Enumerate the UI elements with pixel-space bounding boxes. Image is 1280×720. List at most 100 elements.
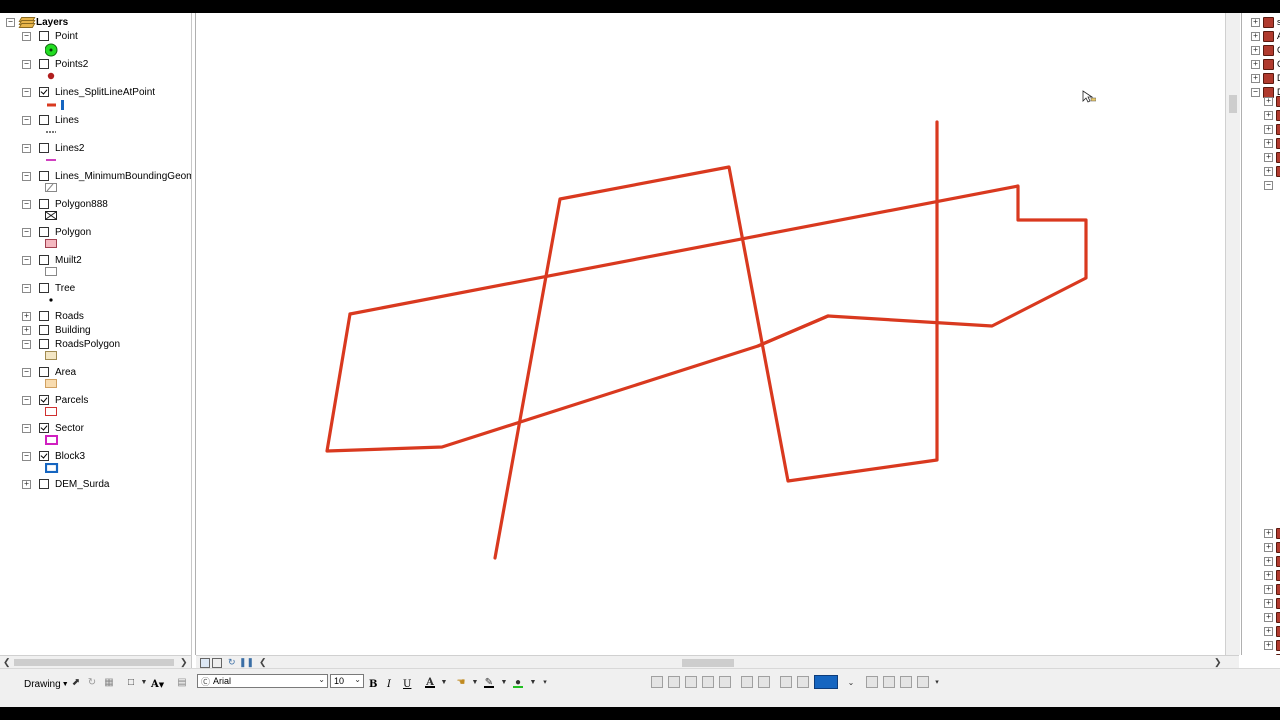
layer-name[interactable]: Polygon [55, 227, 91, 238]
layer-name[interactable]: Points2 [55, 59, 88, 70]
layer-name[interactable]: Roads [55, 311, 84, 322]
layer-visibility-checkbox[interactable] [39, 171, 49, 181]
layer-name[interactable]: Block3 [55, 451, 85, 462]
underline-button[interactable]: U [403, 677, 411, 691]
expand-icon[interactable]: + [1264, 152, 1273, 162]
edit-vertices-icon[interactable]: ▤ [176, 676, 188, 688]
select-elements-arrow-icon[interactable]: ⬈ [70, 676, 82, 688]
split-line-lower-band[interactable] [756, 314, 830, 348]
line-color-pen-icon[interactable]: ✎ [483, 676, 495, 688]
catalog-subitem[interactable]: + [1264, 527, 1280, 539]
bold-button[interactable]: B [369, 677, 377, 691]
layer-visibility-checkbox[interactable] [39, 395, 49, 405]
expand-icon[interactable]: + [1251, 31, 1260, 41]
toc-root-layers[interactable]: − Layers [6, 15, 68, 29]
toc-layer-row[interactable]: − Lines [22, 113, 79, 127]
catalog-subitem[interactable]: + [1264, 95, 1280, 107]
georef-tool-1-icon[interactable] [651, 676, 663, 688]
refresh-icon[interactable]: ↻ [228, 657, 236, 668]
layer-name[interactable]: Lines_SplitLineAtPoint [55, 87, 155, 98]
scrollbar-thumb[interactable] [682, 659, 734, 667]
fill-color-bucket-icon[interactable]: ☚ [455, 676, 467, 688]
catalog-subitem[interactable]: + [1264, 109, 1280, 121]
collapse-icon[interactable]: − [22, 227, 31, 237]
expand-icon[interactable]: + [1264, 640, 1273, 650]
layer-visibility-checkbox[interactable] [39, 339, 49, 349]
data-view-icon[interactable] [200, 658, 210, 668]
collapse-icon[interactable]: − [22, 59, 31, 69]
georef-tool-8-icon[interactable] [780, 676, 792, 688]
scrollbar-thumb[interactable] [14, 659, 174, 666]
collapse-icon[interactable]: − [22, 199, 31, 209]
catalog-subitem[interactable]: + [1264, 165, 1280, 177]
pause-icon[interactable]: ❚❚ [239, 657, 254, 668]
georef-tool-4-icon[interactable] [702, 676, 714, 688]
toolbar-options-icon[interactable]: ▾ [539, 676, 551, 688]
catalog-item[interactable]: +C [1251, 58, 1280, 70]
layer-name[interactable]: Lines_MinimumBoundingGeomet [55, 171, 191, 182]
toc-layer-row[interactable]: − Point [22, 29, 78, 43]
georef-tool-11-icon[interactable] [883, 676, 895, 688]
georef-tool-6-icon[interactable] [741, 676, 753, 688]
toc-layer-row[interactable]: − Parcels [22, 393, 88, 407]
expand-icon[interactable]: + [1251, 45, 1260, 55]
georef-tool-7-icon[interactable] [758, 676, 770, 688]
font-name-combobox[interactable]: Ⓒ Arial ⌄ [197, 674, 328, 688]
catalog-item[interactable]: +C [1251, 44, 1280, 56]
layout-view-icon[interactable] [212, 658, 222, 668]
toc-layer-row[interactable]: + DEM_Surda [22, 477, 109, 491]
collapse-icon[interactable]: − [22, 115, 31, 125]
expand-icon[interactable]: + [1264, 124, 1273, 134]
layer-name[interactable]: DEM_Surda [55, 479, 109, 490]
layer-name[interactable]: Muilt2 [55, 255, 82, 266]
catalog-subitem[interactable]: + [1264, 639, 1280, 651]
dropdown-arrow-icon[interactable]: ⌄ [318, 675, 325, 684]
layer-name[interactable]: Polygon888 [55, 199, 108, 210]
layer-visibility-checkbox[interactable] [39, 115, 49, 125]
split-line-diagonal-west[interactable] [493, 120, 939, 560]
catalog-subitem[interactable]: + [1264, 137, 1280, 149]
map-horizontal-scrollbar[interactable]: ↻ ❚❚ ❮ ❯ [196, 655, 1239, 669]
catalog-item[interactable]: +D [1251, 72, 1280, 84]
new-text-tool[interactable]: A ▼ [151, 677, 164, 691]
collapse-icon[interactable]: − [22, 171, 31, 181]
toc-layer-row[interactable]: − Polygon888 [22, 197, 108, 211]
italic-button[interactable]: I [387, 677, 391, 691]
georef-tool-12-icon[interactable] [900, 676, 912, 688]
catalog-subitem[interactable]: + [1264, 653, 1280, 655]
catalog-subitem[interactable]: + [1264, 611, 1280, 623]
collapse-icon[interactable]: − [1251, 87, 1260, 97]
layer-name[interactable]: Area [55, 367, 76, 378]
collapse-icon[interactable]: − [22, 451, 31, 461]
catalog-subitem[interactable]: + [1264, 597, 1280, 609]
layer-visibility-checkbox[interactable] [39, 311, 49, 321]
expand-icon[interactable]: + [1264, 528, 1273, 538]
toc-layer-row[interactable]: − Lines2 [22, 141, 84, 155]
toc-layer-row[interactable]: − Lines_MinimumBoundingGeomet [22, 169, 191, 183]
catalog-subitem[interactable]: + [1264, 541, 1280, 553]
layer-visibility-checkbox[interactable] [39, 255, 49, 265]
map-canvas[interactable] [196, 13, 1226, 655]
toc-layer-row[interactable]: + Roads [22, 309, 84, 323]
collapse-icon[interactable]: − [6, 17, 15, 27]
expand-icon[interactable]: + [1251, 17, 1260, 27]
font-color-button[interactable]: A [424, 676, 436, 688]
symbol-color-swatch[interactable] [814, 675, 838, 689]
dropdown-arrow-icon[interactable]: ▼ [138, 676, 150, 688]
expand-icon[interactable]: + [1264, 542, 1273, 552]
toc-layer-row[interactable]: − Polygon [22, 225, 91, 239]
toc-layer-row[interactable]: − Area [22, 365, 76, 379]
expand-icon[interactable]: + [1251, 73, 1260, 83]
catalog-subitem[interactable]: + [1264, 583, 1280, 595]
expand-icon[interactable]: + [1264, 570, 1273, 580]
rotate-icon[interactable]: ↻ [86, 676, 98, 688]
layer-visibility-checkbox[interactable] [39, 31, 49, 41]
collapse-icon[interactable]: − [22, 339, 31, 349]
split-line-left-polygon[interactable] [325, 312, 830, 453]
toc-layer-row[interactable]: − Muilt2 [22, 253, 82, 267]
layer-visibility-checkbox[interactable] [39, 87, 49, 97]
toc-layer-row[interactable]: − RoadsPolygon [22, 337, 120, 351]
georef-tool-9-icon[interactable] [797, 676, 809, 688]
layer-name[interactable]: Parcels [55, 395, 88, 406]
layer-visibility-checkbox[interactable] [39, 283, 49, 293]
